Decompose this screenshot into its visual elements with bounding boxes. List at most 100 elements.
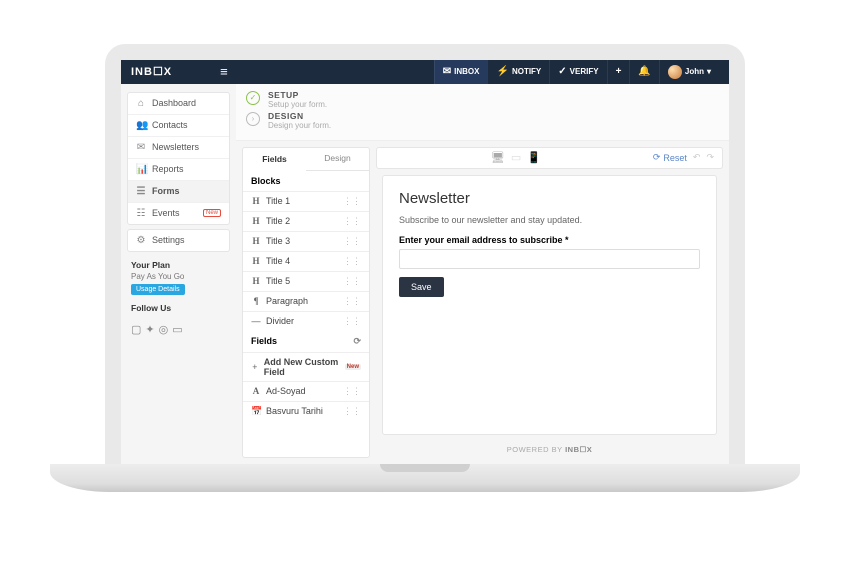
email-field[interactable] (399, 249, 700, 269)
sidebar-item-label: Contacts (152, 120, 188, 130)
sidebar-item-reports[interactable]: 📊 Reports (128, 159, 229, 181)
tab-fields[interactable]: Fields (243, 149, 306, 171)
drag-icon: ⋮⋮ (343, 236, 361, 247)
nav-inbox-button[interactable]: ✉ INBOX (434, 60, 488, 84)
step-design[interactable]: › DESIGN Design your form. (246, 111, 719, 130)
step-setup[interactable]: ✓ SETUP Setup your form. (246, 90, 719, 109)
gear-icon: ⚙ (136, 235, 146, 246)
block-title-3[interactable]: HTitle 3⋮⋮ (243, 231, 369, 251)
nav-inbox-label: INBOX (454, 67, 479, 76)
app-logo: INB☐X (131, 65, 172, 78)
form-icon: ☰ (136, 186, 146, 197)
drag-icon: ⋮⋮ (343, 196, 361, 207)
step-subtitle: Setup your form. (268, 100, 327, 109)
nav-notifications-button[interactable]: 🔔 (629, 60, 658, 84)
block-title-4[interactable]: HTitle 4⋮⋮ (243, 251, 369, 271)
new-badge: New (203, 209, 221, 217)
sidebar-item-events[interactable]: ☷ Events New (128, 203, 229, 224)
divider-icon: — (251, 316, 261, 326)
drag-icon: ⋮⋮ (343, 216, 361, 227)
fields-heading: Fields ⟳ (243, 331, 369, 352)
nav-notify-label: NOTIFY (512, 67, 541, 76)
heading-icon: H (251, 216, 261, 226)
sidebar-item-label: Dashboard (152, 98, 196, 108)
step-title: SETUP (268, 90, 327, 100)
heading-icon: H (251, 276, 261, 286)
wizard-steps: ✓ SETUP Setup your form. › DESIGN Design… (236, 84, 729, 141)
chart-icon: 📊 (136, 164, 146, 175)
people-icon: 👥 (136, 120, 146, 131)
facebook-icon[interactable]: ▢ (131, 323, 141, 336)
instagram-icon[interactable]: ◎ (159, 323, 169, 336)
sidebar-item-label: Reports (152, 164, 184, 174)
block-divider[interactable]: —Divider⋮⋮ (243, 311, 369, 331)
nav-notify-button[interactable]: ⚡ NOTIFY (487, 60, 549, 84)
redo-button[interactable]: ↷ (706, 152, 714, 163)
block-paragraph[interactable]: ¶Paragraph⋮⋮ (243, 291, 369, 311)
add-custom-field-button[interactable]: + Add New Custom Field New (243, 352, 369, 381)
powered-by: POWERED BY INB☐X (376, 441, 723, 458)
sidebar-item-dashboard[interactable]: ⌂ Dashboard (128, 93, 229, 115)
text-icon: A (251, 386, 261, 396)
plus-icon: + (616, 66, 622, 77)
nav-verify-label: VERIFY (570, 67, 599, 76)
sidebar: ⌂ Dashboard 👥 Contacts ✉ Newsletters (121, 84, 236, 464)
desktop-view-icon[interactable]: 🖥 (491, 151, 505, 164)
drag-icon: ⋮⋮ (343, 316, 361, 327)
block-title-1[interactable]: HTitle 1⋮⋮ (243, 191, 369, 211)
field-basvuru[interactable]: 📅Basvuru Tarihi⋮⋮ (243, 401, 369, 421)
drag-icon: ⋮⋮ (343, 276, 361, 287)
youtube-icon[interactable]: ▭ (172, 323, 182, 336)
paragraph-icon: ¶ (251, 296, 261, 306)
undo-button[interactable]: ↶ (693, 152, 701, 163)
sidebar-item-label: Newsletters (152, 142, 199, 152)
menu-toggle-icon[interactable]: ≡ (220, 64, 228, 79)
reset-button[interactable]: ⟳ Reset (653, 152, 687, 163)
bolt-icon: ⚡ (496, 66, 508, 77)
chevron-down-icon: ▾ (707, 67, 711, 76)
form-canvas: Newsletter Subscribe to our newsletter a… (382, 175, 717, 435)
block-title-2[interactable]: HTitle 2⋮⋮ (243, 211, 369, 231)
step-done-icon: ✓ (246, 91, 260, 105)
refresh-icon[interactable]: ⟳ (353, 336, 361, 347)
mail-icon: ✉ (443, 66, 451, 77)
email-label: Enter your email address to subscribe * (399, 235, 700, 245)
sidebar-item-label: Forms (152, 186, 180, 196)
calendar-icon: 📅 (251, 406, 261, 417)
field-adsoyad[interactable]: AAd-Soyad⋮⋮ (243, 381, 369, 401)
drag-icon: ⋮⋮ (343, 386, 361, 397)
blocks-heading: Blocks (243, 171, 369, 191)
sidebar-item-label: Events (152, 208, 180, 218)
topbar: INB☐X ≡ ✉ INBOX ⚡ NOTIFY ✓ VERIFY + (121, 60, 729, 84)
step-title: DESIGN (268, 111, 331, 121)
heading-icon: H (251, 196, 261, 206)
drag-icon: ⋮⋮ (343, 256, 361, 267)
mobile-view-icon[interactable]: 📱 (527, 151, 541, 164)
drag-icon: ⋮⋮ (343, 406, 361, 417)
sidebar-item-label: Settings (152, 235, 185, 245)
user-menu[interactable]: John ▾ (659, 60, 719, 84)
nav-add-button[interactable]: + (607, 60, 630, 84)
twitter-icon[interactable]: ✦ (145, 323, 154, 336)
sidebar-item-newsletters[interactable]: ✉ Newsletters (128, 137, 229, 159)
sidebar-item-settings[interactable]: ⚙ Settings (128, 230, 229, 251)
plan-info: Your Plan Pay As You Go Usage Details (121, 256, 236, 299)
nav-verify-button[interactable]: ✓ VERIFY (549, 60, 606, 84)
user-name: John (685, 67, 704, 76)
reset-icon: ⟳ (653, 152, 661, 163)
tablet-view-icon[interactable]: ▭ (511, 151, 521, 164)
usage-details-button[interactable]: Usage Details (131, 284, 185, 295)
plan-name: Pay As You Go (131, 272, 226, 281)
tab-design[interactable]: Design (306, 148, 369, 170)
save-button[interactable]: Save (399, 277, 444, 297)
plus-icon: + (251, 362, 259, 372)
form-title: Newsletter (399, 190, 700, 207)
heading-icon: H (251, 256, 261, 266)
plan-title: Your Plan (131, 260, 226, 270)
sidebar-item-forms[interactable]: ☰ Forms (128, 181, 229, 203)
grid-icon: ☷ (136, 208, 146, 219)
drag-icon: ⋮⋮ (343, 296, 361, 307)
follow-title: Follow Us (131, 303, 226, 313)
block-title-5[interactable]: HTitle 5⋮⋮ (243, 271, 369, 291)
sidebar-item-contacts[interactable]: 👥 Contacts (128, 115, 229, 137)
